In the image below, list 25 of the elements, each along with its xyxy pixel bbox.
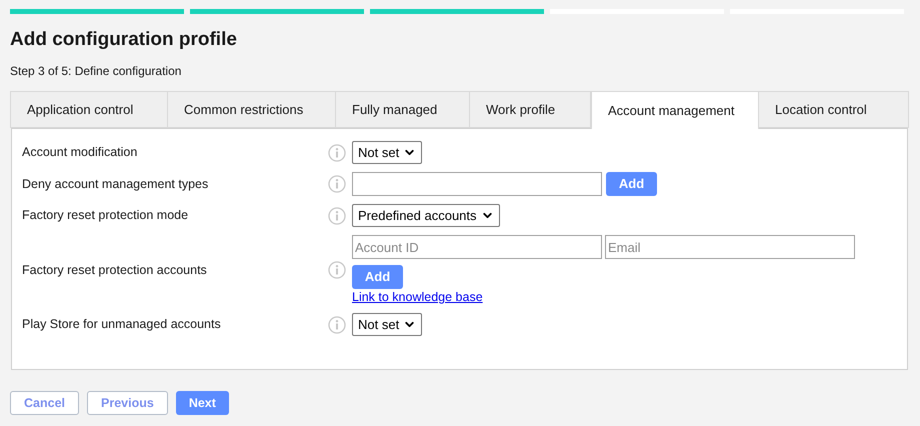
input-field[interactable]: Account ID <box>352 235 602 259</box>
input-field[interactable]: Email <box>605 235 855 259</box>
info-icon[interactable] <box>328 206 346 224</box>
input-field[interactable] <box>352 172 602 196</box>
tab[interactable]: Location control <box>759 91 909 128</box>
setting-label: Account modification <box>21 144 138 162</box>
setting-label: Deny account management types <box>21 176 210 193</box>
dropdown[interactable]: Predefined accounts <box>352 204 500 227</box>
tab[interactable]: Work profile <box>470 91 591 128</box>
setting-label: Factory reset protection mode <box>21 207 190 224</box>
tab[interactable]: Fully managed <box>336 91 470 128</box>
knowledge-base-link[interactable]: Link to knowledge base <box>352 290 483 306</box>
info-icon[interactable] <box>328 316 346 334</box>
tab[interactable]: Application control <box>10 91 168 128</box>
setting-label: Factory reset protection accounts <box>21 262 208 279</box>
tab[interactable]: Account management <box>591 91 759 129</box>
info-icon[interactable] <box>328 144 346 162</box>
info-icon[interactable] <box>328 261 346 280</box>
tab[interactable]: Common restrictions <box>168 91 336 128</box>
step-text: Step 3 of 5: Define configuration <box>9 64 182 78</box>
info-icon[interactable] <box>328 175 346 193</box>
dropdown[interactable]: Not set <box>352 141 422 164</box>
setting-label: Play Store for unmanaged accounts <box>21 316 222 334</box>
dropdown[interactable]: Not set <box>352 313 422 336</box>
page-title: Add configuration profile <box>9 28 238 52</box>
